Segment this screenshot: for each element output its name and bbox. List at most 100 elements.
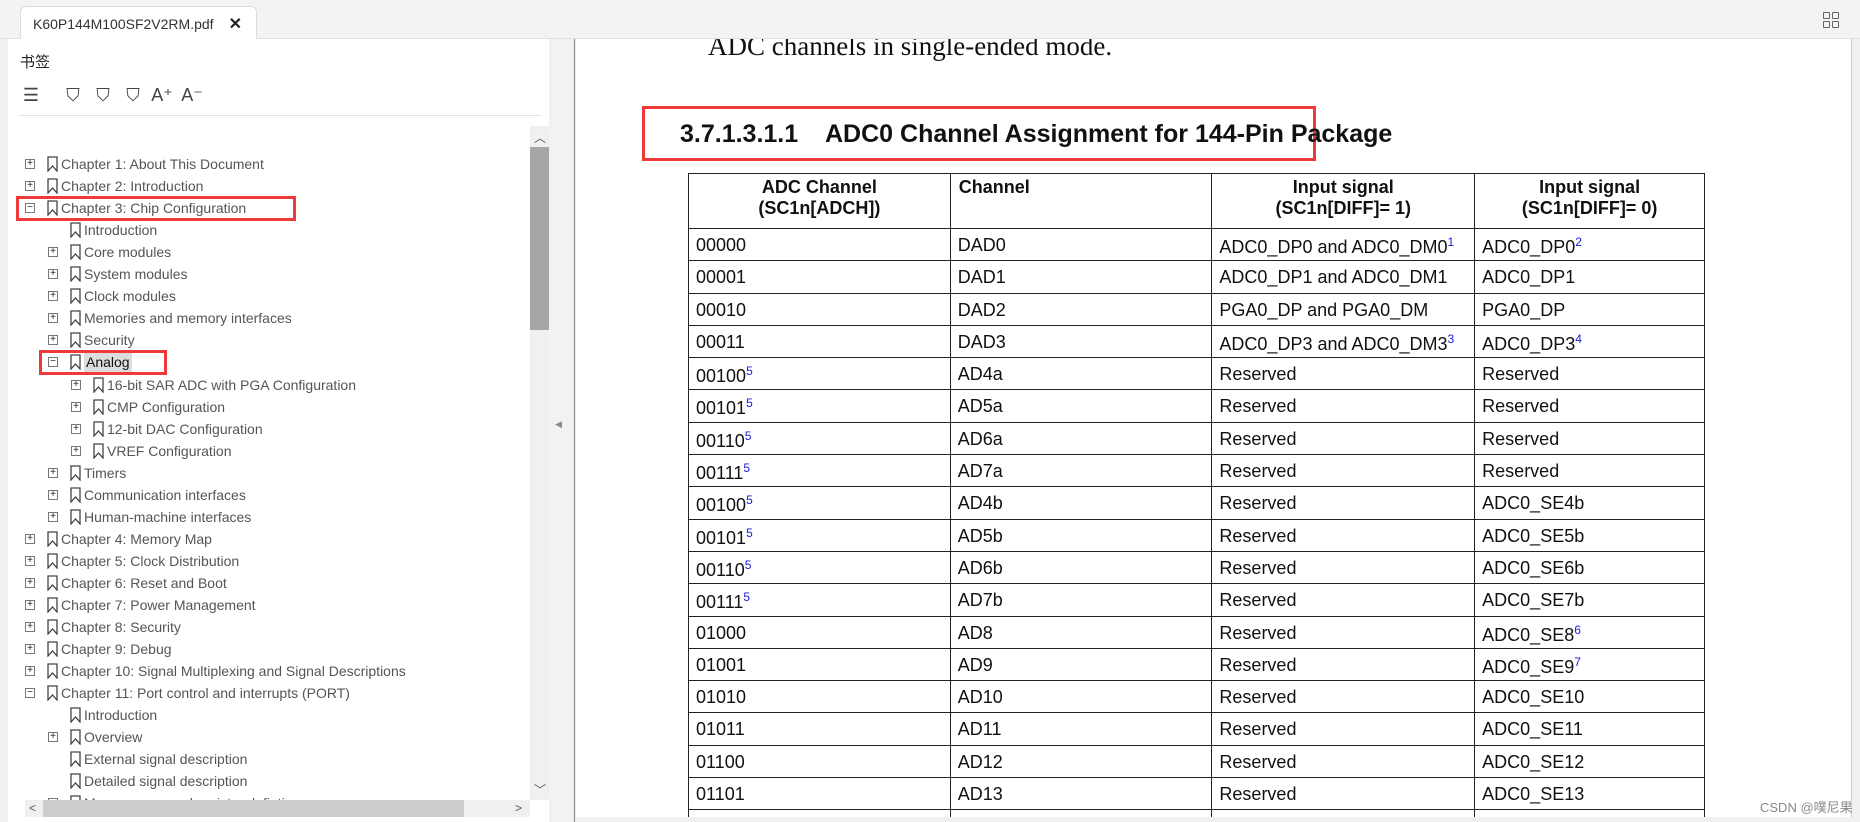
tree-item[interactable]: + Core modules (8, 241, 528, 263)
tree-item[interactable]: + Chapter 7: Power Management (8, 594, 528, 616)
footnote-link[interactable]: 5 (743, 461, 750, 475)
table-cell: Reserved (1474, 357, 1705, 391)
tree-item[interactable]: + Chapter 10: Signal Multiplexing and Sig… (8, 660, 528, 682)
cell-text: 01001 (696, 654, 747, 675)
expand-icon[interactable]: + (48, 732, 58, 743)
tree-item[interactable]: + Chapter 2: Introduction (8, 175, 528, 197)
tree-item[interactable]: +16-bit SAR ADC with PGA Configuration (8, 374, 528, 396)
expand-icon[interactable]: + (71, 379, 81, 390)
list-icon[interactable]: ☰ (20, 83, 42, 107)
scrollbar-thumb[interactable] (530, 147, 549, 330)
footnote-link[interactable]: 5 (746, 493, 753, 507)
footnote-link[interactable]: 5 (745, 558, 752, 572)
expand-icon[interactable]: + (25, 577, 35, 588)
tree-item[interactable]: + Communication interfaces (8, 484, 528, 506)
tree-item[interactable]: + Chapter 8: Security (8, 616, 528, 638)
tree-item[interactable]: − Chapter 11: Port control and interrupts… (8, 682, 528, 704)
table-cell: 001005 (688, 357, 951, 391)
cell-text: 00001 (696, 267, 747, 288)
expand-icon[interactable]: + (48, 511, 58, 522)
collapse-icon[interactable]: − (25, 688, 35, 699)
expand-icon[interactable]: + (48, 489, 58, 500)
header-line: ADC Channel (761, 177, 877, 197)
expand-icon[interactable]: + (48, 291, 58, 302)
footnote-link[interactable]: 5 (746, 364, 753, 378)
footnote-link[interactable]: 5 (746, 526, 753, 540)
cell-text: AD11 (957, 719, 1002, 740)
scrollbar-thumb[interactable] (43, 800, 464, 817)
table-cell: DAD0 (949, 227, 1213, 262)
tree-item[interactable]: Introduction (8, 219, 528, 241)
panel-splitter[interactable]: ◀ (549, 39, 575, 822)
expand-icon[interactable]: + (25, 600, 35, 610)
expand-icon[interactable]: + (25, 533, 35, 544)
tree-item[interactable]: + Chapter 1: About This Document (8, 153, 528, 175)
cell-text: Reserved (1482, 428, 1560, 449)
pdf-page: ADC channels in single-ended mode. 3.7.1… (576, 39, 1852, 817)
font-increase-icon[interactable]: A⁺ (151, 83, 173, 107)
header-line: (SC1n[DIFF]= 0) (1521, 198, 1658, 218)
expand-icon[interactable]: + (25, 644, 35, 655)
footnote-link[interactable]: 5 (743, 590, 750, 604)
tree-item[interactable]: Detailed signal description (8, 770, 528, 792)
tree-item[interactable]: + Chapter 9: Debug (8, 638, 528, 660)
bookmark-dropdown-icon[interactable]: ⛉ (122, 83, 144, 107)
tree-item[interactable]: + Overview (8, 726, 528, 748)
cell-text: AD6b (957, 557, 1003, 578)
expand-icon[interactable]: + (71, 445, 81, 456)
tree-item-label: Memory map and register defintion (84, 792, 300, 800)
horizontal-scrollbar[interactable]: < > (25, 800, 530, 817)
footnote-link[interactable]: 1 (1448, 235, 1455, 249)
tree-item[interactable]: +12-bit DAC Configuration (8, 418, 528, 440)
expand-icon[interactable]: + (48, 247, 58, 258)
table-cell: ADC0_DP1 and ADC0_DM1 (1211, 260, 1476, 294)
close-icon[interactable]: ✕ (229, 14, 242, 34)
expand-icon[interactable]: + (48, 335, 58, 346)
tree-item[interactable]: + Chapter 5: Clock Distribution (8, 550, 528, 572)
expand-icon[interactable]: + (25, 181, 35, 192)
tree-item[interactable]: Introduction (8, 704, 528, 726)
column-header: Input signal (SC1n[DIFF]= 0) (1474, 173, 1705, 229)
expand-icon[interactable]: + (25, 555, 35, 566)
tree-item[interactable]: + Security (8, 329, 528, 351)
tree-item[interactable]: + Chapter 6: Reset and Boot (8, 572, 528, 594)
bookmark-icon (93, 442, 104, 459)
tree-item[interactable]: External signal description (8, 748, 528, 770)
tree-item[interactable]: + Chapter 4: Memory Map (8, 528, 528, 550)
footnote-link[interactable]: 3 (1448, 332, 1455, 346)
expand-icon[interactable]: + (71, 423, 81, 434)
expand-icon[interactable]: + (71, 401, 81, 412)
tab-document[interactable]: K60P144M100SF2V2RM.pdf ✕ (20, 6, 257, 40)
footnote-link[interactable]: 2 (1575, 235, 1582, 249)
expand-icon[interactable]: + (25, 622, 35, 633)
expand-icon[interactable]: + (48, 269, 58, 280)
tree-item[interactable]: + VREF Configuration (8, 440, 528, 462)
bookmark-delete-icon[interactable]: ⛉ (62, 83, 84, 107)
tree-item-label: Chapter 5: Clock Distribution (61, 552, 240, 569)
footnote-link[interactable]: 5 (745, 429, 752, 443)
expand-icon[interactable]: + (48, 313, 58, 324)
tree-item[interactable]: + Clock modules (8, 285, 528, 307)
tree-item[interactable]: + System modules (8, 263, 528, 285)
tree-item[interactable]: + Human-machine interfaces (8, 506, 528, 528)
vertical-scrollbar[interactable]: ︿ ﹀ (530, 126, 549, 800)
footnote-link[interactable]: 7 (1574, 655, 1581, 669)
expand-icon[interactable]: + (25, 159, 35, 169)
grid-view-icon[interactable] (1823, 12, 1839, 28)
footnote-link[interactable]: 5 (746, 396, 753, 410)
bookmark-add-icon[interactable]: ⛉ (92, 83, 114, 107)
expand-icon[interactable]: + (48, 467, 58, 478)
expand-icon[interactable]: + (25, 666, 35, 677)
cell-text: AD4a (957, 364, 1003, 385)
tree-item[interactable]: + CMP Configuration (8, 396, 528, 418)
cell-text: Reserved (1219, 622, 1297, 643)
tree-item[interactable]: −Memory map and register defintion (8, 792, 528, 800)
footnote-link[interactable]: 6 (1574, 623, 1581, 637)
table-cell: AD5a (949, 389, 1213, 423)
footnote-link[interactable]: 4 (1575, 332, 1582, 346)
tree-item[interactable]: + Memories and memory interfaces (8, 307, 528, 329)
font-decrease-icon[interactable]: A⁻ (181, 83, 203, 107)
bookmark-toolbar: ☰ ⛉ ⛉ ⛉ A⁺ A⁻ (18, 79, 538, 111)
collapse-arrow-icon[interactable]: ◀ (555, 419, 562, 430)
tree-item[interactable]: + Timers (8, 462, 528, 484)
